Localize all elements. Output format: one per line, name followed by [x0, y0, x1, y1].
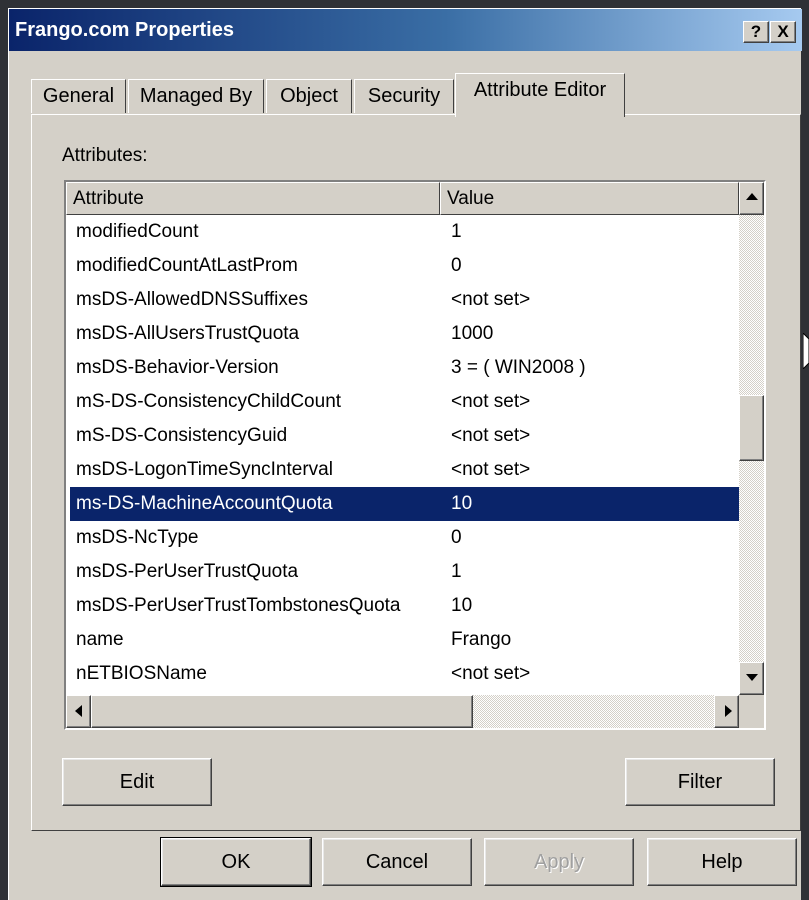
close-title-button[interactable]: X [770, 21, 796, 43]
attributes-label: Attributes: [62, 145, 148, 166]
value-cell: 10 [451, 493, 473, 514]
value-cell: <not set> [451, 425, 531, 446]
attribute-cell: ms-DS-MachineAccountQuota [76, 493, 333, 514]
value-cell: 10 [451, 595, 473, 616]
attribute-cell: msDS-PerUserTrustQuota [76, 561, 299, 582]
arrow-left-icon [75, 705, 82, 717]
tab-attribute-editor[interactable]: Attribute Editor [455, 73, 625, 117]
horizontal-scroll-thumb[interactable] [91, 695, 473, 728]
mouse-cursor-icon [803, 333, 809, 369]
edit-button[interactable]: Edit [62, 758, 212, 806]
attribute-cell: msDS-AllowedDNSSuffixes [76, 289, 308, 310]
horizontal-scrollbar[interactable] [66, 695, 739, 728]
attribute-cell: name [76, 629, 124, 650]
attribute-editor-panel: Attributes: Attribute Value modifiedCoun… [31, 114, 801, 831]
table-row[interactable]: msDS-AllUsersTrustQuota 1000 [66, 317, 739, 351]
scroll-down-button[interactable] [739, 662, 764, 695]
attribute-cell: nETBIOSName [76, 663, 207, 684]
properties-dialog: Frango.com Properties ? X General Manage… [8, 8, 802, 900]
table-row[interactable]: mS-DS-ConsistencyGuid <not set> [66, 419, 739, 453]
value-cell: 1 [451, 561, 462, 582]
title-bar[interactable]: Frango.com Properties ? X [9, 9, 802, 51]
attribute-cell: msDS-Behavior-Version [76, 357, 279, 378]
tab-general[interactable]: General [31, 79, 126, 113]
apply-button[interactable]: Apply [484, 838, 634, 886]
arrow-up-icon [746, 193, 758, 200]
attribute-cell: msDS-LogonTimeSyncInterval [76, 459, 333, 480]
attribute-cell: mS-DS-ConsistencyChildCount [76, 391, 342, 412]
tab-managed-by[interactable]: Managed By [128, 79, 264, 113]
table-row[interactable]: mS-DS-ConsistencyChildCount <not set> [66, 385, 739, 419]
attribute-cell: msDS-AllUsersTrustQuota [76, 323, 300, 344]
table-row[interactable]: msDS-NcType 0 [66, 521, 739, 555]
arrow-down-icon [746, 674, 758, 681]
ok-button[interactable]: OK [160, 837, 312, 887]
table-row[interactable]: msDS-PerUserTrustTombstonesQuota 10 [66, 589, 739, 623]
table-row[interactable]: msDS-LogonTimeSyncInterval <not set> [66, 453, 739, 487]
attribute-cell: mS-DS-ConsistencyGuid [76, 425, 288, 446]
column-header-value[interactable]: Value [440, 182, 739, 215]
help-button[interactable]: Help [647, 838, 797, 886]
help-title-button[interactable]: ? [743, 21, 769, 43]
value-cell: <not set> [451, 663, 531, 684]
value-cell: 1000 [451, 323, 494, 344]
value-cell: 0 [451, 255, 462, 276]
attributes-list[interactable]: Attribute Value modifiedCount 1 modifiedCo… [64, 180, 766, 730]
table-row[interactable]: modifiedCount 1 [66, 215, 739, 249]
attribute-cell: modifiedCount [76, 221, 199, 242]
table-row[interactable]: msDS-Behavior-Version 3 = ( WIN2008 ) [66, 351, 739, 385]
value-cell: 0 [451, 527, 462, 548]
value-cell: 1 [451, 221, 462, 242]
value-cell: Frango [451, 629, 512, 650]
table-row[interactable]: nETBIOSName <not set> [66, 657, 739, 691]
filter-button[interactable]: Filter [625, 758, 775, 806]
list-rows: modifiedCount 1 modifiedCountAtLastProm 0 ms… [66, 215, 739, 695]
table-row[interactable]: msDS-PerUserTrustQuota 1 [66, 555, 739, 589]
arrow-right-icon [725, 705, 732, 717]
attribute-cell: modifiedCountAtLastProm [76, 255, 298, 276]
table-row[interactable]: name Frango [66, 623, 739, 657]
tab-object[interactable]: Object [266, 79, 352, 113]
cancel-button[interactable]: Cancel [322, 838, 472, 886]
value-cell: <not set> [451, 391, 531, 412]
value-cell: <not set> [451, 289, 531, 310]
value-cell: <not set> [451, 459, 531, 480]
scroll-thumb[interactable] [739, 395, 764, 461]
attribute-cell: msDS-PerUserTrustTombstonesQuota [76, 595, 401, 616]
table-row[interactable]: ms-DS-MachineAccountQuota 10 [70, 487, 739, 521]
table-row[interactable]: modifiedCountAtLastProm 0 [66, 249, 739, 283]
scroll-right-button[interactable] [714, 695, 739, 728]
scroll-up-button[interactable] [739, 182, 764, 215]
scroll-left-button[interactable] [66, 695, 91, 728]
vertical-scrollbar[interactable] [739, 182, 764, 695]
table-row[interactable]: msDS-AllowedDNSSuffixes <not set> [66, 283, 739, 317]
scrollbar-corner [739, 695, 764, 728]
attribute-cell: msDS-NcType [76, 527, 199, 548]
list-header: Attribute Value [66, 182, 739, 215]
tab-security[interactable]: Security [354, 79, 454, 113]
value-cell: 3 = ( WIN2008 ) [451, 357, 586, 378]
column-header-attribute[interactable]: Attribute [66, 182, 440, 215]
window-title: Frango.com Properties [15, 19, 234, 41]
